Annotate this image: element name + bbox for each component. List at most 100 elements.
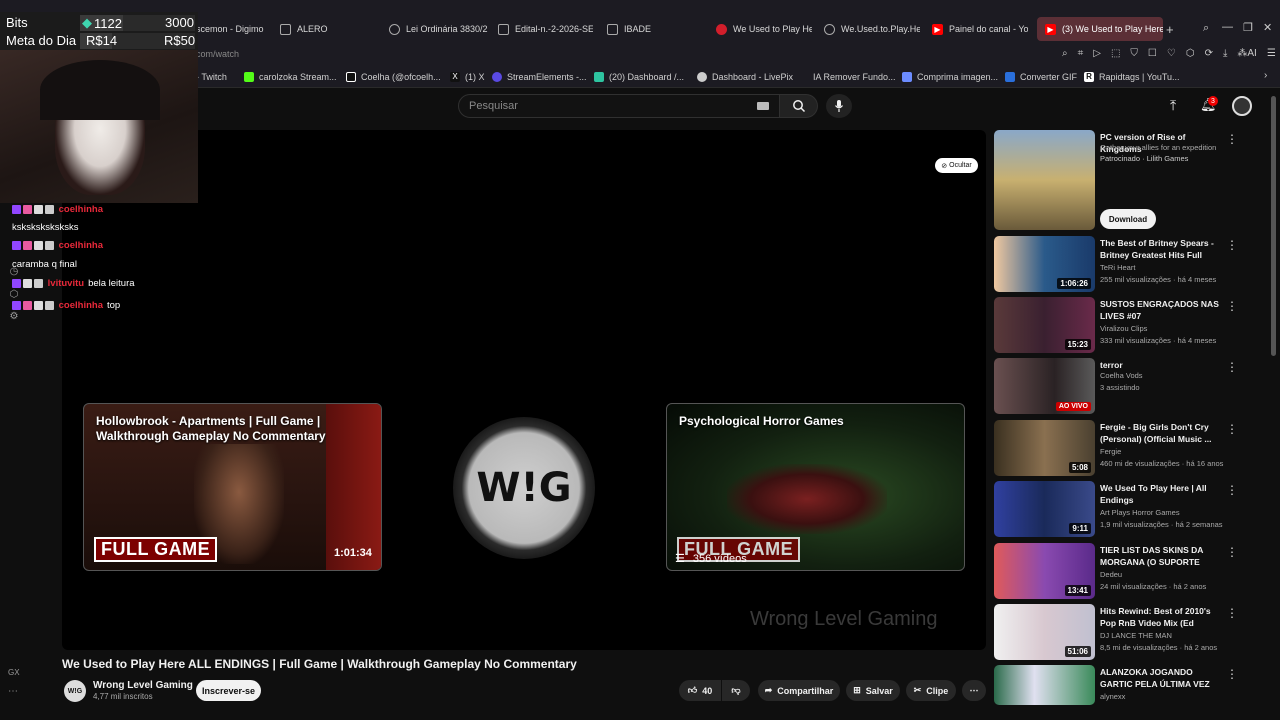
browser-tab-active[interactable]: ▶ (3) We Used to Play Here (1037, 17, 1163, 41)
more-vert-icon[interactable]: ⋮ (1226, 299, 1238, 313)
bits-label: Bits (6, 15, 28, 30)
scissors-icon: ✂ (913, 685, 922, 695)
sync-icon[interactable]: ⟳ (1205, 48, 1213, 59)
extensions-icon[interactable]: ⬡ (1186, 48, 1195, 59)
bookmark-item[interactable]: R Rapidtags | YouTu... (1084, 70, 1180, 84)
browser-tab[interactable]: We Used to Play Here (716, 17, 812, 41)
shield-icon[interactable]: ⛉ (1130, 48, 1138, 59)
badge-icon (34, 278, 43, 288)
more-vert-icon[interactable]: ⋮ (1226, 667, 1238, 681)
play-icon[interactable]: ▷ (1093, 48, 1101, 59)
maximize-button[interactable]: ❐ (1243, 21, 1253, 34)
logo-text: W!G (476, 465, 572, 511)
more-vert-icon[interactable]: ⋮ (1226, 360, 1238, 374)
page-scrollbar[interactable] (1271, 96, 1276, 356)
hide-endscreen-button[interactable]: ⊘ Ocultar (935, 158, 978, 173)
settings-gear-icon[interactable]: ⚙ (8, 310, 20, 322)
recommendation-item[interactable]: 15:23 SUSTOS ENGRAÇADOS NAS LIVES #07 Vi… (994, 297, 1264, 353)
video-thumbnail (994, 665, 1095, 705)
screenshot-icon[interactable]: ⌗ (1078, 48, 1084, 59)
more-actions-button[interactable]: ⋯ (962, 680, 986, 701)
history-icon[interactable]: ◷ (8, 265, 20, 277)
browser-tab[interactable]: Edital-n.-2-2026-SE (498, 17, 593, 41)
bookmarks-overflow-icon[interactable]: › (1264, 70, 1267, 81)
menu-icon[interactable]: ☰ (1267, 48, 1276, 59)
bookmark-icon[interactable]: ☐ (1148, 48, 1157, 59)
browser-tab[interactable]: Lei Ordinária 3830/2 (389, 17, 489, 41)
crop-icon[interactable]: ⬚ (1111, 48, 1120, 59)
share-button[interactable]: ➦ Compartilhar (758, 680, 840, 701)
more-vert-icon[interactable]: ⋮ (1226, 132, 1238, 146)
more-vert-icon[interactable]: ⋮ (1226, 422, 1238, 436)
video-meta: 460 mi de visualizações · há 16 anos (1100, 459, 1224, 468)
cube-icon[interactable]: ⬡ (8, 288, 20, 300)
save-button[interactable]: ⊞ Salvar (846, 680, 900, 701)
recommendation-item[interactable]: 1:06:26 The Best of Britney Spears - Bri… (994, 236, 1264, 292)
bookmark-item[interactable]: Comprima imagen... (902, 70, 998, 84)
channel-name[interactable]: Wrong Level Gaming (93, 680, 193, 691)
avatar[interactable] (1232, 96, 1252, 116)
bookmark-item[interactable]: carolzoka Stream... (244, 70, 337, 84)
more-vert-icon[interactable]: ⋮ (1226, 238, 1238, 252)
zoom-icon[interactable]: ⌕ (1062, 48, 1068, 59)
channel-avatar[interactable]: W!G (64, 680, 86, 702)
ai-icon[interactable]: ⁂AI (1237, 48, 1256, 59)
browser-tab[interactable]: ▶ Painel do canal - You (932, 17, 1028, 41)
more-vert-icon[interactable]: ⋮ (1226, 483, 1238, 497)
download-icon[interactable]: ⤓ (1223, 48, 1227, 59)
search-tabs-icon[interactable]: ⌕ (1203, 22, 1209, 35)
channel-logo-endscreen[interactable]: W!G (453, 417, 595, 559)
minimize-button[interactable]: — (1222, 21, 1233, 33)
bookmark-item[interactable]: Converter GIF (1005, 70, 1077, 84)
bookmark-item[interactable]: X (1) X (450, 70, 485, 84)
daily-goal-target: R$50 (164, 33, 196, 48)
endscreen-playlist-card[interactable]: Psychological Horror Games FULL GAME ☰ 35… (666, 403, 965, 571)
bookmark-item[interactable]: StreamElements -... (492, 70, 587, 84)
more-vert-icon[interactable]: ⋮ (1226, 606, 1238, 620)
browser-tab[interactable]: IBADE (607, 17, 707, 41)
sidebar-more-icon[interactable]: ⋯ (8, 686, 18, 697)
recommendation-ad[interactable]: PC version of Rise of Kingdoms Gather yo… (994, 130, 1264, 230)
recommendation-item[interactable]: ALANZOKA JOGANDO GARTIC PELA ÚLTIMA VEZ … (994, 665, 1264, 705)
video-meta: 24 mil visualizações · há 2 anos (1100, 582, 1207, 591)
subscribe-button[interactable]: Inscrever-se (196, 680, 261, 701)
search-input[interactable]: Pesquisar (458, 94, 780, 118)
browser-tab[interactable]: ALERO (280, 17, 380, 41)
browser-tab[interactable]: scemon - Digimo (196, 17, 268, 41)
browser-tab[interactable]: We.Used.to.Play.Here (824, 17, 920, 41)
badge-icon (23, 300, 32, 310)
recommendation-item[interactable]: 5:08 Fergie - Big Girls Don't Cry (Perso… (994, 420, 1264, 476)
clip-button[interactable]: ✂ Clipe (906, 680, 956, 701)
endscreen-video-card[interactable]: Hollowbrook - Apartments | Full Game | W… (83, 403, 382, 571)
badge-icon (23, 204, 32, 214)
voice-search-button[interactable] (826, 94, 852, 118)
bookmark-item[interactable]: - Twitch (196, 70, 227, 84)
bookmark-item[interactable]: Dashboard - LivePix (697, 70, 793, 84)
toolbar-icons: ⌕ ⌗ ▷ ⬚ ⛉ ☐ ♡ ⬡ ⟳ ⤓ ⁂AI ☰ (1062, 48, 1276, 59)
keyboard-icon[interactable] (757, 102, 769, 110)
close-button[interactable]: ✕ (1263, 21, 1272, 34)
daily-goal-value: R$14 (86, 33, 118, 48)
more-vert-icon[interactable]: ⋮ (1226, 545, 1238, 559)
like-count: 40 (702, 685, 713, 696)
bookmark-item[interactable]: (20) Dashboard /... (594, 70, 684, 84)
daily-goal-label: Meta do Dia (6, 33, 77, 48)
video-thumbnail: 51:06 (994, 604, 1095, 660)
bookmark-item[interactable]: IA Remover Fundo... (813, 70, 896, 84)
recommendation-item[interactable]: AO VIVO terror Coelha Vods 3 assistindo … (994, 358, 1264, 414)
dislike-button[interactable]: 👎︎ (722, 680, 750, 701)
bookmark-item[interactable]: Coelha (@ofcoelh... (346, 70, 441, 84)
video-player[interactable] (62, 130, 986, 650)
youtube-icon: ▶ (1045, 23, 1056, 35)
like-button[interactable]: 👍︎ 40 (679, 680, 721, 701)
recommendation-item[interactable]: 51:06 Hits Rewind: Best of 2010's Pop Rn… (994, 604, 1264, 660)
search-button[interactable] (780, 94, 818, 118)
recommendation-item[interactable]: 13:41 TIER LIST DAS SKINS DA MORGANA (O … (994, 543, 1264, 599)
download-button[interactable]: Download (1100, 209, 1156, 229)
bookmark-label: carolzoka Stream... (259, 72, 337, 82)
new-tab-button[interactable]: + (1166, 22, 1174, 37)
upload-icon[interactable]: ⤒ (1170, 97, 1176, 114)
recommendation-item[interactable]: 9:11 We Used To Play Here | All Endings … (994, 481, 1264, 537)
heart-icon[interactable]: ♡ (1167, 48, 1176, 59)
bookmark-label: Dashboard - LivePix (712, 72, 794, 82)
